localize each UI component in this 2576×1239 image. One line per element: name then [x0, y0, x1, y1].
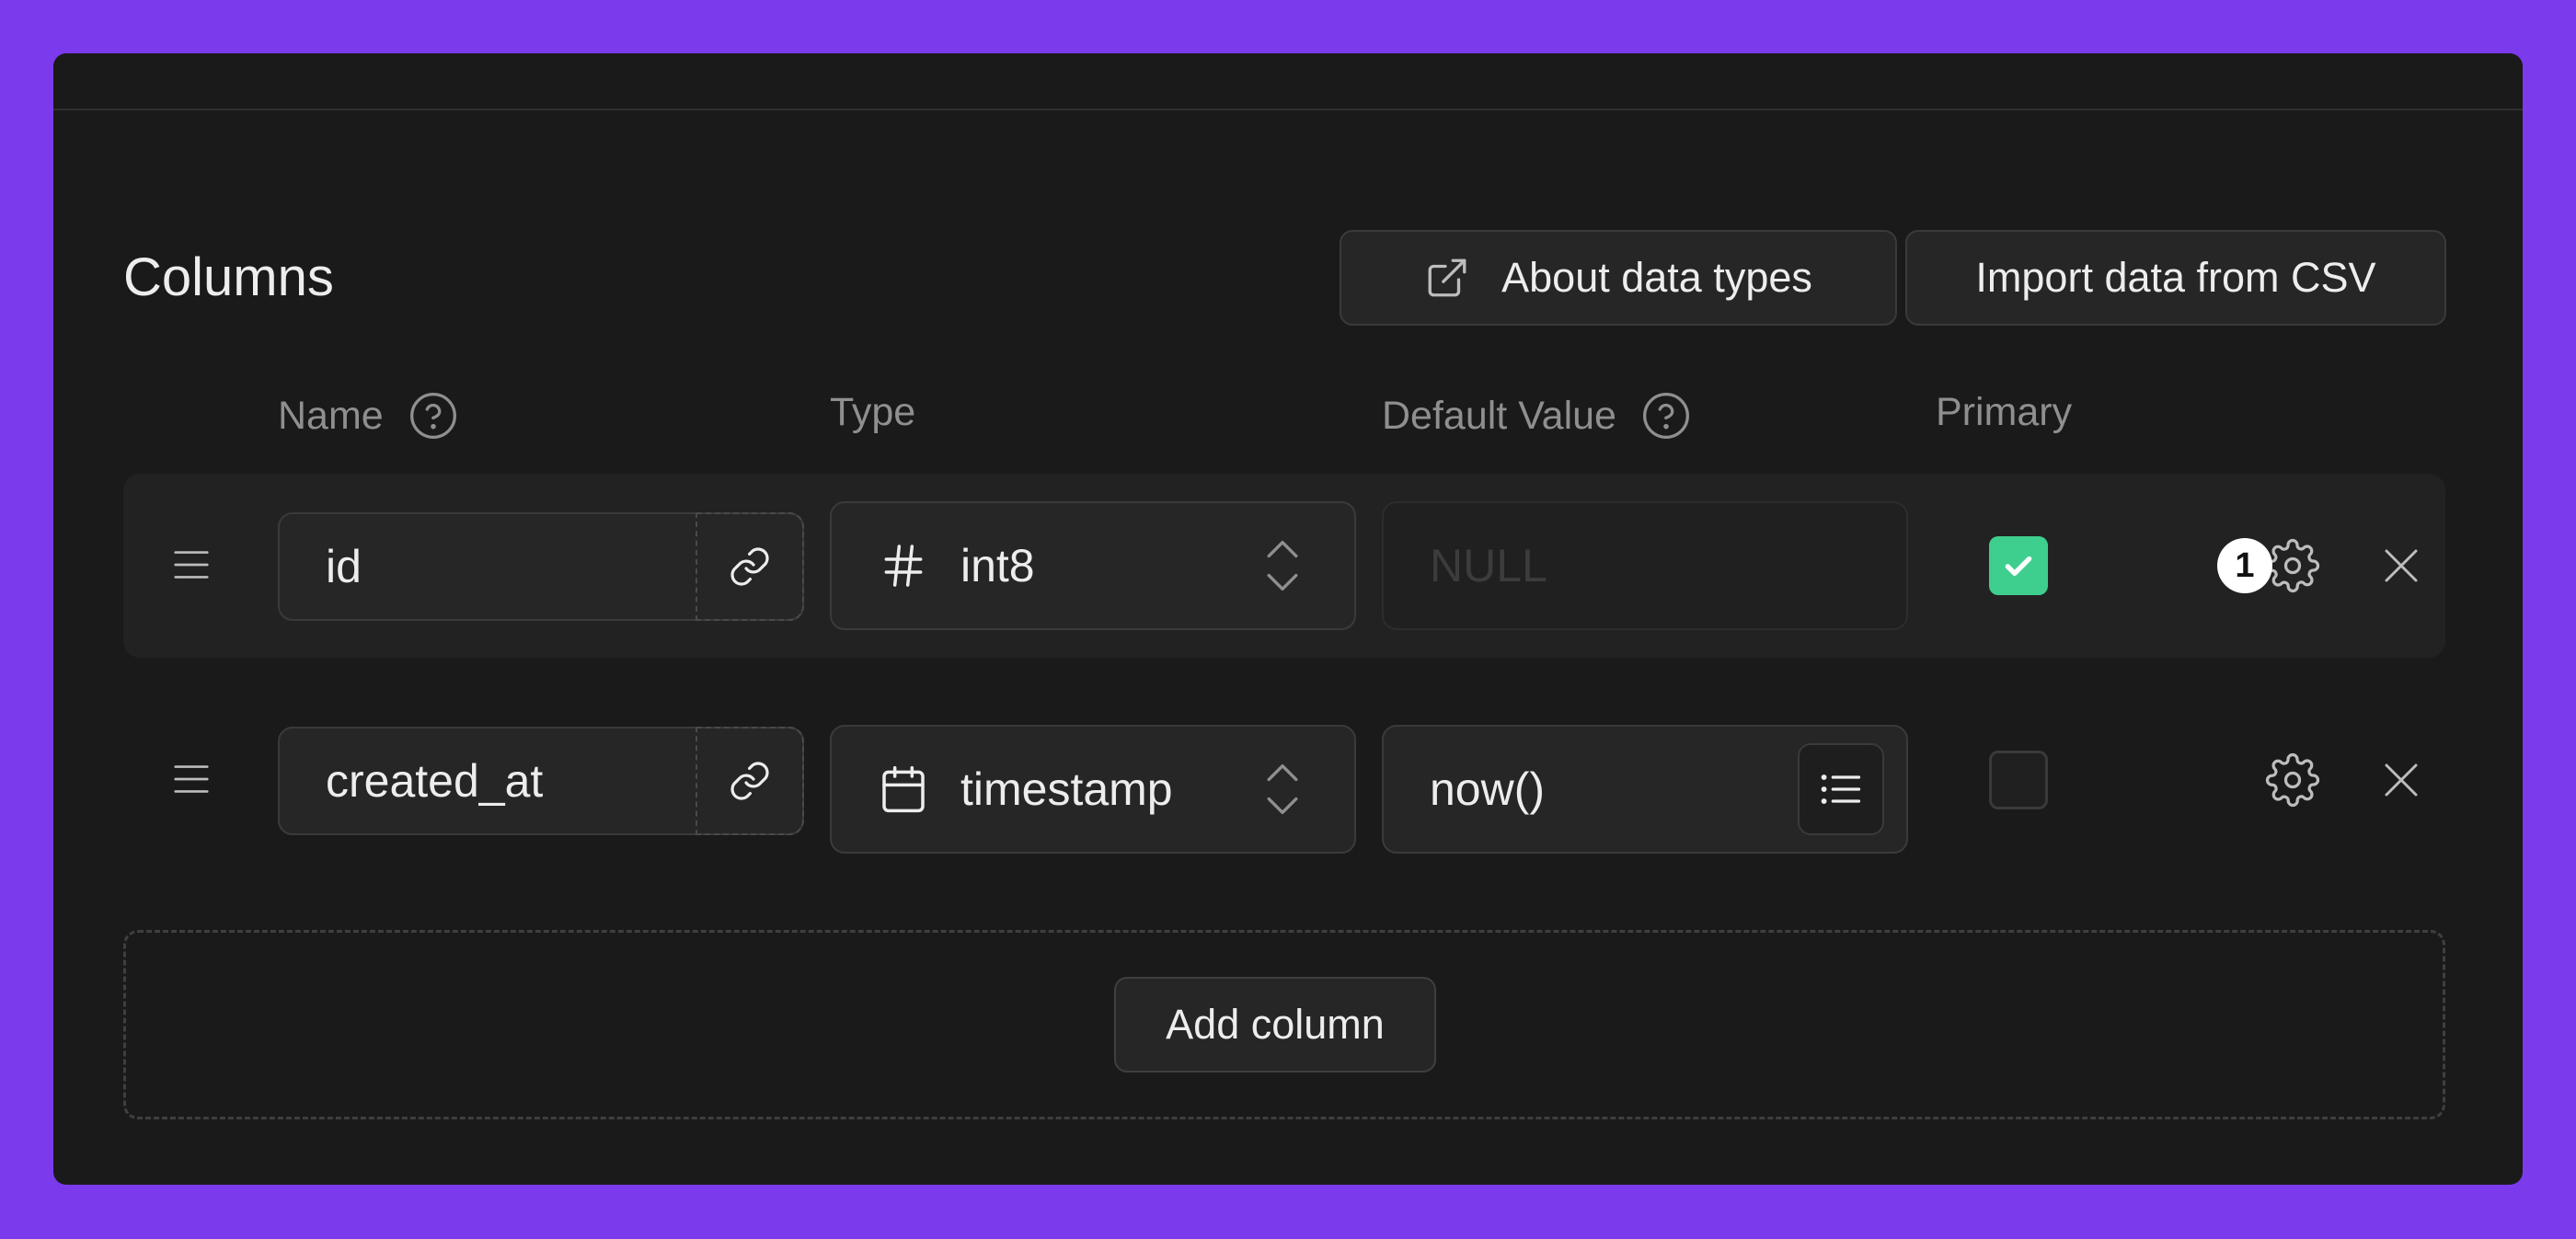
check-icon	[2000, 547, 2037, 584]
primary-checkbox[interactable]	[1989, 536, 2048, 595]
foreign-key-button[interactable]	[696, 727, 804, 835]
column-name-value: id	[326, 541, 362, 592]
about-data-types-button[interactable]: About data types	[1340, 230, 1897, 326]
add-column-area: Add column	[123, 930, 2445, 1119]
close-icon[interactable]	[2379, 544, 2423, 588]
chevron-updown-icon	[1259, 531, 1306, 601]
column-header-type-label: Type	[830, 390, 916, 434]
gear-icon[interactable]	[2265, 752, 2320, 808]
help-icon[interactable]	[408, 390, 459, 442]
divider	[53, 109, 2523, 110]
gear-icon[interactable]	[2265, 538, 2320, 593]
default-value-text: now()	[1430, 763, 1546, 815]
default-value-input[interactable]: now()	[1382, 725, 1908, 854]
chevron-updown-icon	[1259, 754, 1306, 824]
section-title: Columns	[123, 247, 334, 307]
column-type-select[interactable]: int8	[830, 501, 1356, 630]
add-column-button[interactable]: Add column	[1114, 977, 1436, 1073]
column-name-value: created_at	[326, 755, 544, 807]
help-icon[interactable]	[1640, 390, 1692, 442]
link-icon	[728, 545, 772, 589]
column-type-value: timestamp	[960, 763, 1173, 815]
column-header-default: Default Value	[1382, 390, 1692, 442]
default-value-placeholder: NULL	[1430, 540, 1547, 591]
drag-handle-icon[interactable]	[170, 544, 213, 586]
column-name-input[interactable]: id	[278, 512, 804, 621]
foreign-key-button[interactable]	[696, 512, 804, 621]
column-row: created_at timestamp now()	[123, 688, 2445, 872]
column-header-primary-label: Primary	[1936, 390, 2073, 434]
close-icon[interactable]	[2379, 758, 2423, 802]
list-icon	[1817, 765, 1865, 813]
column-header-default-label: Default Value	[1382, 393, 1616, 438]
primary-checkbox[interactable]	[1989, 751, 2048, 809]
column-type-value: int8	[960, 540, 1035, 591]
link-icon	[728, 759, 772, 803]
column-header-primary: Primary	[1936, 390, 2072, 435]
about-data-types-label: About data types	[1501, 254, 1812, 301]
calendar-icon	[878, 763, 929, 815]
step-badge: 1	[2217, 538, 2272, 593]
import-csv-button[interactable]: Import data from CSV	[1905, 230, 2446, 326]
column-header-name-label: Name	[278, 393, 384, 438]
column-header-type: Type	[830, 390, 915, 435]
hash-icon	[878, 540, 929, 591]
external-link-icon	[1424, 255, 1470, 301]
drag-handle-icon[interactable]	[170, 758, 213, 800]
column-header-name: Name	[278, 390, 459, 442]
table-editor-panel: Columns About data types Import data fro…	[53, 53, 2523, 1185]
column-type-select[interactable]: timestamp	[830, 725, 1356, 854]
column-name-input[interactable]: created_at	[278, 727, 804, 835]
default-value-input[interactable]: NULL	[1382, 501, 1908, 630]
column-row: id int8 NULL 1	[123, 474, 2445, 658]
suggestions-button[interactable]	[1798, 743, 1884, 835]
